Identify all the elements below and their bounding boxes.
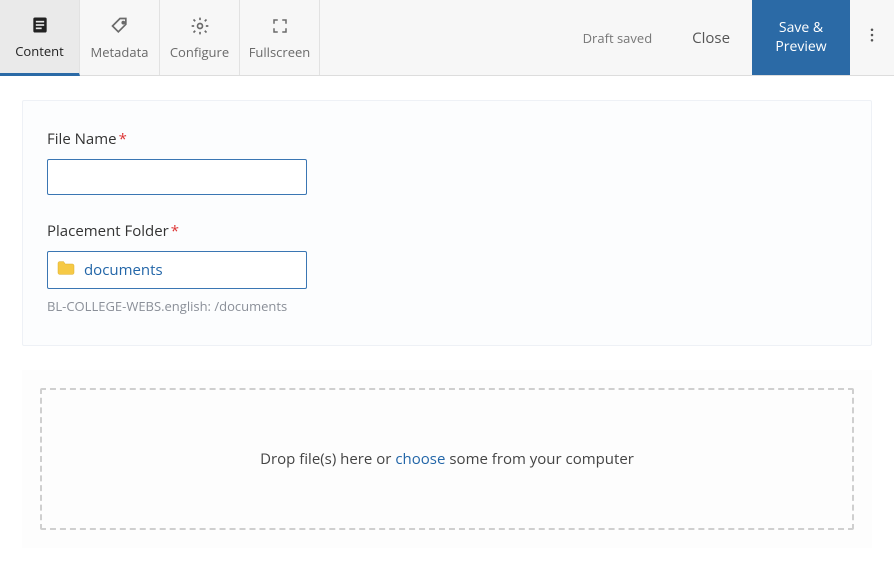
file-info-panel: File Name* Placement Folder* documents B…: [22, 100, 872, 346]
tab-fullscreen[interactable]: Fullscreen: [240, 0, 320, 75]
tab-label: Configure: [170, 43, 229, 61]
choose-file-link[interactable]: choose: [395, 449, 445, 469]
label-text: File Name: [47, 129, 117, 149]
dropzone-text-prefix: Drop file(s) here or: [260, 449, 391, 469]
tab-label: Fullscreen: [249, 43, 311, 61]
toolbar-spacer: [320, 0, 565, 75]
required-asterisk: *: [171, 221, 179, 241]
close-button[interactable]: Close: [670, 0, 752, 75]
save-preview-button[interactable]: Save & Preview: [752, 0, 850, 75]
more-actions-button[interactable]: [850, 0, 894, 75]
gear-icon: [190, 15, 210, 37]
document-icon: [30, 14, 50, 36]
tab-label: Content: [15, 42, 64, 60]
file-dropzone[interactable]: Drop file(s) here or choose some from yo…: [40, 388, 854, 530]
tab-configure[interactable]: Configure: [160, 0, 240, 75]
tab-label: Metadata: [91, 43, 149, 61]
placement-folder-label: Placement Folder*: [47, 221, 367, 241]
upload-panel: Drop file(s) here or choose some from yo…: [22, 370, 872, 548]
kebab-icon: [863, 26, 881, 50]
file-name-input[interactable]: [47, 159, 307, 195]
placement-folder-field: Placement Folder* documents BL-COLLEGE-W…: [47, 221, 367, 315]
placement-folder-picker[interactable]: documents: [47, 251, 307, 289]
dropzone-text-suffix: some from your computer: [449, 449, 634, 469]
fullscreen-icon: [271, 15, 289, 37]
placement-folder-path: BL-COLLEGE-WEBS.english: /documents: [47, 297, 367, 315]
label-text: Placement Folder: [47, 221, 169, 241]
tab-content[interactable]: Content: [0, 0, 80, 76]
file-name-field: File Name*: [47, 129, 367, 195]
placement-folder-value: documents: [84, 260, 163, 280]
tag-icon: [110, 15, 130, 37]
folder-icon: [56, 260, 76, 281]
top-toolbar: Content Metadata Configure Fullscreen Dr…: [0, 0, 894, 76]
required-asterisk: *: [119, 129, 127, 149]
file-name-label: File Name*: [47, 129, 367, 149]
draft-status: Draft saved: [565, 0, 671, 75]
tab-metadata[interactable]: Metadata: [80, 0, 160, 75]
